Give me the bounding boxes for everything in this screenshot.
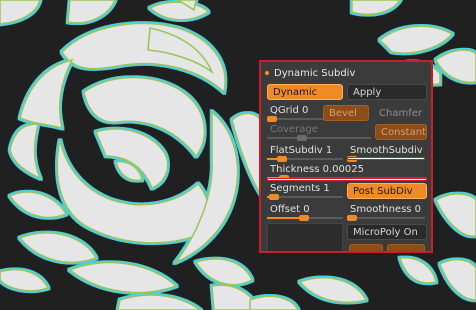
dynamic-button[interactable]: Dynamic (267, 84, 343, 100)
smoothness-thumb[interactable] (347, 215, 357, 221)
post-subdiv-button[interactable]: Post SubDiv (347, 183, 427, 199)
bevel-button[interactable]: Bevel (323, 105, 369, 121)
coverage-slider[interactable]: Coverage (267, 123, 371, 141)
panel-title: Dynamic Subdiv (274, 67, 356, 79)
smoothness-track[interactable] (347, 215, 425, 221)
chamfer-button[interactable]: Chamfer (373, 105, 429, 121)
smoothness-slider[interactable]: Smoothness 0 (347, 203, 425, 221)
offset-label: Offset 0 (270, 204, 310, 215)
micropoly-button[interactable]: MicroPoly On (347, 224, 427, 240)
smoothness-label: Smoothness 0 (350, 204, 422, 215)
coverage-label: Coverage (270, 124, 318, 135)
smoothsubdiv-label: SmoothSubdiv (350, 145, 423, 156)
collapse-dot-icon[interactable] (265, 71, 269, 75)
constant-button[interactable]: Constant (375, 124, 427, 140)
thickness-label: Thickness 0.00025 (270, 164, 364, 175)
coverage-track[interactable] (267, 135, 371, 141)
flatsubdiv-thumb[interactable] (277, 156, 287, 162)
offset-track[interactable] (267, 215, 343, 221)
qgrid-label: QGrid 0 (270, 105, 309, 116)
offset-slider[interactable]: Offset 0 (267, 203, 343, 221)
flatsubdiv-slider[interactable]: FlatSubdiv 1 (267, 144, 343, 162)
panel-header[interactable]: Dynamic Subdiv (265, 66, 355, 80)
qgrid-thumb[interactable] (267, 116, 277, 122)
coverage-thumb[interactable] (297, 135, 307, 141)
segments-label: Segments 1 (270, 183, 330, 194)
flatsubdiv-label: FlatSubdiv 1 (270, 145, 333, 156)
lower-button-right[interactable] (387, 244, 425, 251)
offset-fill (267, 217, 303, 219)
flatsubdiv-track[interactable] (267, 156, 343, 162)
lower-button-left[interactable] (349, 244, 383, 251)
apply-button[interactable]: Apply (347, 84, 427, 100)
segments-track[interactable] (267, 194, 343, 200)
offset-thumb[interactable] (299, 215, 309, 221)
smoothsubdiv-highlight (347, 157, 425, 160)
segments-slider[interactable]: Segments 1 (267, 182, 343, 200)
segments-thumb[interactable] (269, 194, 279, 200)
empty-slot (267, 223, 343, 251)
thickness-highlight (267, 178, 427, 181)
dynamic-subdiv-panel: Dynamic Subdiv Dynamic Apply QGrid 0 Bev… (259, 60, 433, 253)
